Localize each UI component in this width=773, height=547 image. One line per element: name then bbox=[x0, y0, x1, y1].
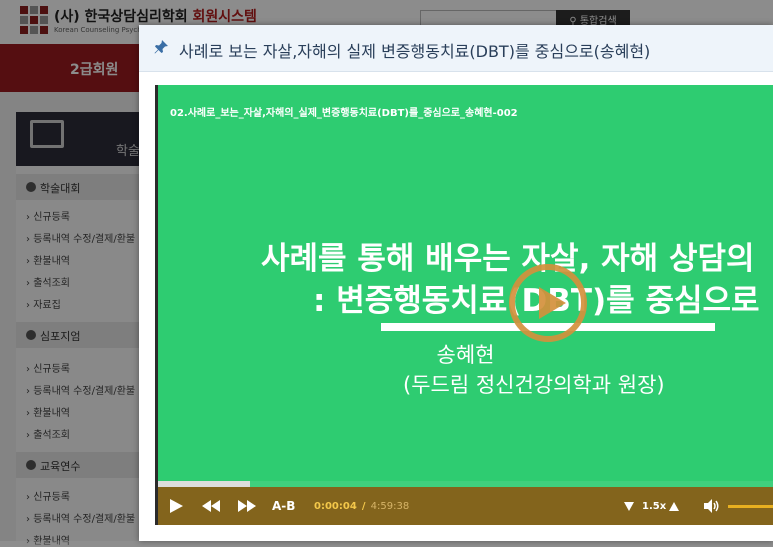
playback-speed: 1.5x bbox=[642, 500, 667, 512]
rewind-icon[interactable] bbox=[202, 487, 220, 525]
modal-title: 사례로 보는 자살,자해의 실제 변증행동치료(DBT)를 중심으로(송혜현) bbox=[179, 42, 651, 61]
control-bar: A-B 0:00:04 / 4:59:38 1.5x bbox=[158, 487, 773, 525]
slide-presenter-name: 송혜현 bbox=[436, 343, 495, 367]
play-icon[interactable] bbox=[168, 487, 184, 525]
volume-slider[interactable] bbox=[728, 505, 773, 508]
video-frame[interactable]: 02.사례로_보는_자살,자해의_실제_변증행동치료(DBT)를_중심으로_송혜… bbox=[158, 85, 773, 481]
modal-header: 사례로 보는 자살,자해의 실제 변증행동치료(DBT)를 중심으로(송혜현) bbox=[139, 25, 773, 72]
pin-icon bbox=[153, 39, 169, 55]
slide-presenter-role: (두드림 정신건강의학과 원장) bbox=[403, 373, 665, 397]
ab-repeat-button[interactable]: A-B bbox=[272, 487, 295, 525]
video-modal: 사례로 보는 자살,자해의 실제 변증행동치료(DBT)를 중심으로(송혜현) … bbox=[139, 25, 773, 541]
play-overlay-icon[interactable] bbox=[508, 263, 588, 343]
volume-icon[interactable] bbox=[704, 487, 720, 525]
video-file-title: 02.사례로_보는_자살,자해의_실제_변증행동치료(DBT)를_중심으로_송혜… bbox=[170, 108, 518, 119]
time-total: 4:59:38 bbox=[370, 500, 410, 512]
speed-up-icon[interactable] bbox=[669, 487, 679, 525]
fast-forward-icon[interactable] bbox=[238, 487, 256, 525]
time-separator: / bbox=[361, 500, 366, 512]
video-player: 02.사례로_보는_자살,자해의_실제_변증행동치료(DBT)를_중심으로_송혜… bbox=[155, 85, 773, 525]
speed-down-icon[interactable] bbox=[624, 487, 634, 525]
time-current: 0:00:04 bbox=[314, 500, 357, 512]
time-display: 0:00:04 / 4:59:38 bbox=[314, 487, 409, 525]
